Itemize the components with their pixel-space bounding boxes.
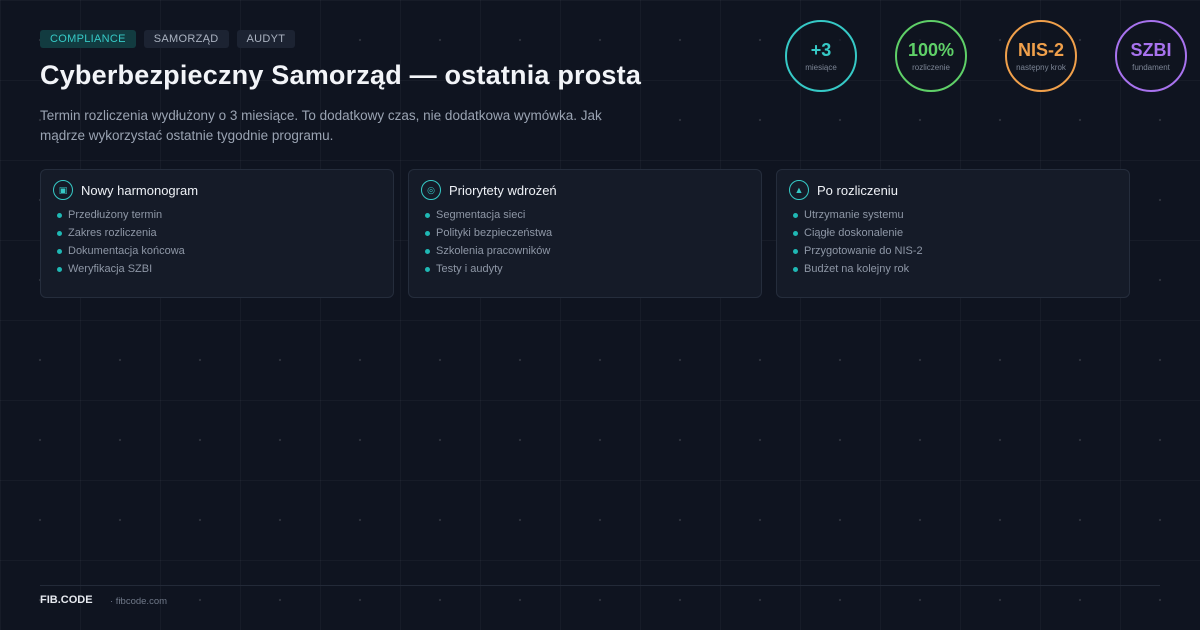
brand-logo[interactable]: FIB.CODE bbox=[40, 594, 93, 606]
bullet-icon bbox=[425, 266, 430, 272]
stat-value: SZBI bbox=[1130, 40, 1172, 60]
stat-label: następny krok bbox=[1016, 63, 1066, 72]
stat-value: +3 bbox=[810, 40, 832, 60]
background-dots bbox=[0, 0, 1200, 630]
list-item: Budżet na kolejny rok bbox=[793, 260, 1117, 278]
list-item: Segmentacja sieci bbox=[425, 206, 749, 224]
bullet-icon bbox=[57, 230, 62, 236]
bullet-icon bbox=[425, 212, 430, 218]
card-priorities: ◎ Priorytety wdrożeń Segmentacja sieci P… bbox=[408, 169, 762, 298]
stat-label: miesiące bbox=[805, 63, 837, 72]
stat-circles: +3 miesiące 100% rozliczenie NIS-2 nastę… bbox=[0, 20, 1200, 92]
bullet-icon bbox=[793, 248, 798, 254]
bullet-icon bbox=[57, 248, 62, 254]
calendar-icon: ▣ bbox=[53, 180, 73, 200]
list-item: Utrzymanie systemu bbox=[793, 206, 1117, 224]
stat-nis2: NIS-2 następny krok bbox=[1005, 20, 1077, 92]
stat-value: NIS-2 bbox=[1017, 40, 1064, 60]
rocket-icon: ▲ bbox=[789, 180, 809, 200]
bullet-icon bbox=[793, 212, 798, 218]
card-title: Priorytety wdrożeń bbox=[449, 182, 557, 198]
list-item: Testy i audyty bbox=[425, 260, 749, 278]
card-schedule: ▣ Nowy harmonogram Przedłużony termin Za… bbox=[40, 169, 394, 298]
stat-value: 100% bbox=[907, 40, 955, 60]
stat-settlement: 100% rozliczenie bbox=[895, 20, 967, 92]
stat-months: +3 miesiące bbox=[785, 20, 857, 92]
list-item: Dokumentacja końcowa bbox=[57, 242, 381, 260]
list-item: Przygotowanie do NIS-2 bbox=[793, 242, 1117, 260]
list-item: Zakres rozliczenia bbox=[57, 224, 381, 242]
bullet-icon bbox=[793, 266, 798, 272]
list-item: Polityki bezpieczeństwa bbox=[425, 224, 749, 242]
page-subtitle: Termin rozliczenia wydłużony o 3 miesiąc… bbox=[40, 108, 602, 143]
bullet-icon bbox=[57, 212, 62, 218]
card-title: Nowy harmonogram bbox=[81, 182, 199, 198]
site-link[interactable]: · fibcode.com bbox=[110, 596, 167, 607]
bullet-icon bbox=[425, 248, 430, 254]
list-item: Ciągłe doskonalenie bbox=[793, 224, 1117, 242]
card-after-settlement: ▲ Po rozliczeniu Utrzymanie systemu Ciąg… bbox=[776, 169, 1130, 298]
bullet-icon bbox=[57, 266, 62, 272]
footer-divider bbox=[40, 585, 1160, 586]
bullet-icon bbox=[425, 230, 430, 236]
stat-label: fundament bbox=[1132, 63, 1170, 72]
stat-szbi: SZBI fundament bbox=[1115, 20, 1187, 92]
card-list: ▣ Nowy harmonogram Przedłużony termin Za… bbox=[40, 169, 1130, 298]
target-icon: ◎ bbox=[421, 180, 441, 200]
list-item: Przedłużony termin bbox=[57, 206, 381, 224]
list-item: Weryfikacja SZBI bbox=[57, 260, 381, 278]
bullet-icon bbox=[793, 230, 798, 236]
list-item: Szkolenia pracowników bbox=[425, 242, 749, 260]
card-title: Po rozliczeniu bbox=[817, 182, 898, 198]
stat-label: rozliczenie bbox=[912, 63, 950, 72]
